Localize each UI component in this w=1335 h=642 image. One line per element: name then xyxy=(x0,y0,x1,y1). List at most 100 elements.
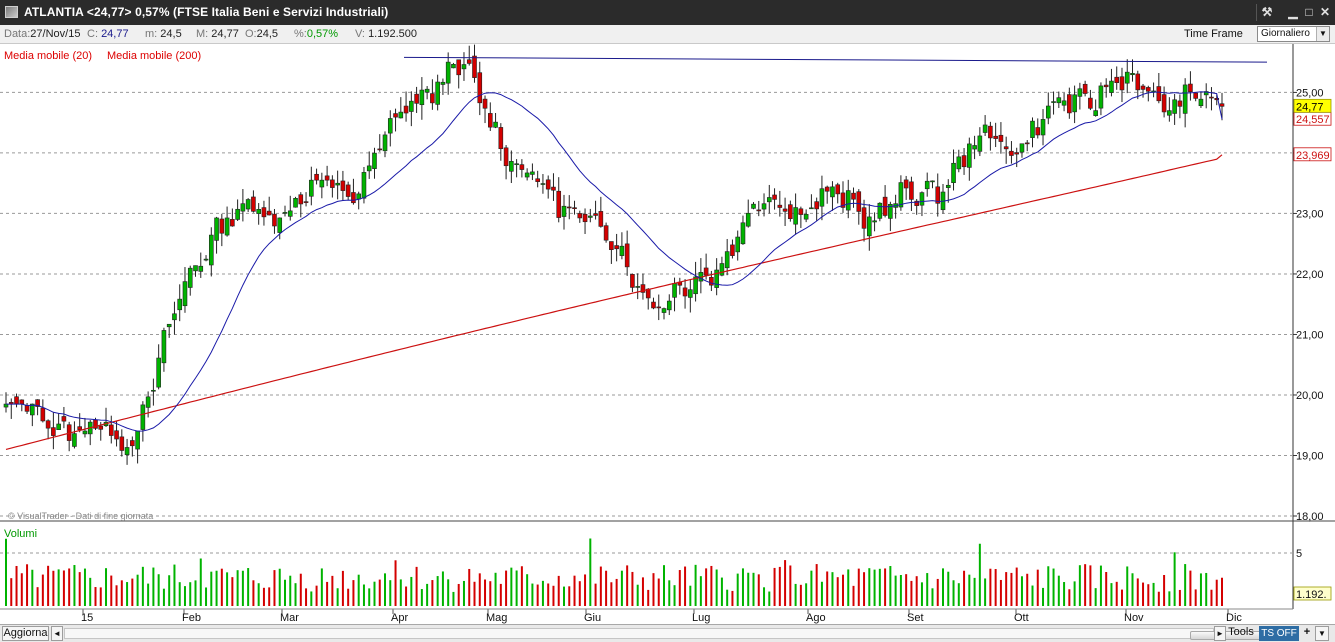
scroll-right-icon[interactable]: ► xyxy=(1214,626,1226,641)
candle-body xyxy=(814,201,819,210)
candle-body xyxy=(630,274,635,288)
candle-body xyxy=(624,243,630,268)
tools-button[interactable]: Tools xyxy=(1226,626,1256,641)
minimize-icon[interactable]: ▁ xyxy=(1285,4,1301,20)
candle-body xyxy=(1146,87,1151,92)
candle-body xyxy=(430,93,435,104)
candle-body xyxy=(161,330,167,364)
window-title: ATLANTIA <24,77> 0,57% (FTSE Italia Beni… xyxy=(24,5,389,19)
candle-body xyxy=(977,135,983,152)
candle-body xyxy=(366,165,372,172)
candle-body xyxy=(1193,92,1198,99)
candle-body xyxy=(872,220,877,223)
month-tick-label: Feb xyxy=(182,612,201,624)
volume-legend: Volumi xyxy=(4,528,38,540)
panel-menu-icon[interactable]: ▼ xyxy=(1315,626,1329,641)
candle-body xyxy=(1009,150,1014,156)
candle-body xyxy=(14,396,19,405)
candle-body xyxy=(140,404,146,430)
price-tick-label: 19,00 xyxy=(1296,450,1324,462)
candle-body xyxy=(335,182,340,186)
candle-body xyxy=(924,180,930,190)
update-button[interactable]: Aggiorna xyxy=(2,626,49,641)
candle-body xyxy=(382,134,388,152)
candle-body xyxy=(693,276,698,295)
candle-body xyxy=(145,396,151,408)
candle-body xyxy=(703,267,709,276)
candle-body xyxy=(319,179,325,188)
quote-info-bar: Data:27/Nov/15 C: 24,77 m: 24,5 M: 24,77… xyxy=(0,25,1335,44)
candle-body xyxy=(930,180,935,183)
candle-body xyxy=(1061,100,1067,106)
candle-body xyxy=(998,134,1004,142)
pct-field: %:0,57% xyxy=(294,28,338,40)
maximize-icon[interactable]: □ xyxy=(1301,4,1317,20)
candle-body xyxy=(830,186,835,198)
candle-body xyxy=(256,209,261,214)
candle-body xyxy=(503,147,509,167)
chevron-down-icon[interactable]: ▼ xyxy=(1316,27,1329,41)
candle-body xyxy=(730,244,735,256)
candle-body xyxy=(1098,85,1104,109)
candle-body xyxy=(824,186,830,192)
candle-body xyxy=(119,436,125,451)
candle-body xyxy=(340,180,346,191)
plus-icon[interactable]: + xyxy=(1300,626,1314,641)
candle-body xyxy=(609,241,614,250)
candle-body xyxy=(945,184,951,188)
candle-body xyxy=(972,145,977,150)
candle-body xyxy=(124,447,130,456)
close-field: C: 24,77 xyxy=(87,28,129,40)
candle-body xyxy=(1103,84,1109,88)
candle-body xyxy=(724,251,730,269)
candle-body xyxy=(524,172,530,178)
candle-body xyxy=(166,323,172,328)
candle-body xyxy=(777,204,783,208)
chart-area[interactable]: 18,0019,0020,0021,0022,0023,0024,0025,00… xyxy=(0,44,1335,624)
candle-body xyxy=(240,203,246,212)
candle-body xyxy=(440,81,446,85)
candle-body xyxy=(614,245,619,250)
date-value: 27/Nov/15 xyxy=(30,28,81,40)
candle-body xyxy=(1209,96,1214,99)
candle-body xyxy=(272,213,277,227)
candle-body xyxy=(545,179,551,190)
candle-body xyxy=(1219,103,1225,107)
candle-body xyxy=(435,81,440,105)
scroll-left-icon[interactable]: ◄ xyxy=(51,626,63,641)
candle-body xyxy=(219,218,225,234)
ts-toggle[interactable]: TS OFF xyxy=(1259,626,1299,641)
pin-icon[interactable]: ⚒ xyxy=(1259,4,1275,20)
watermark: © VisualTrader - Dati di fine giornata xyxy=(8,511,154,521)
candle-body xyxy=(1124,71,1130,84)
ma20-price-tag: 24,557 xyxy=(1296,114,1330,126)
timeframe-label: Time Frame xyxy=(1184,28,1243,40)
candle-body xyxy=(772,194,777,200)
month-tick-label: Mag xyxy=(486,612,507,624)
candle-body xyxy=(861,207,867,229)
scroll-track[interactable] xyxy=(64,628,1272,640)
candle-body xyxy=(151,389,156,392)
candle-body xyxy=(535,178,540,182)
candle-body xyxy=(1003,146,1009,150)
timeframe-select[interactable]: Giornaliero ▼ xyxy=(1257,26,1330,42)
price-chart: 18,0019,0020,0021,0022,0023,0024,0025,00… xyxy=(0,44,1335,624)
candle-body xyxy=(193,265,198,272)
candle-body xyxy=(588,215,593,218)
window-titlebar: ATLANTIA <24,77> 0,57% (FTSE Italia Beni… xyxy=(0,0,1335,25)
candle-body xyxy=(688,289,693,298)
close-icon[interactable]: ✕ xyxy=(1317,4,1333,20)
month-tick-label: Giu xyxy=(584,612,601,624)
candle-body xyxy=(988,125,993,139)
max-field: M: 24,77 xyxy=(196,28,239,40)
price-tick-label: 20,00 xyxy=(1296,390,1324,402)
candle-body xyxy=(414,93,419,104)
candle-body xyxy=(1114,76,1120,83)
candle-body xyxy=(287,210,293,217)
candle-body xyxy=(651,301,656,309)
candle-body xyxy=(135,430,140,450)
candle-body xyxy=(230,219,235,227)
candle-body xyxy=(961,155,967,168)
candle-body xyxy=(245,199,251,210)
candle-body xyxy=(156,357,161,388)
